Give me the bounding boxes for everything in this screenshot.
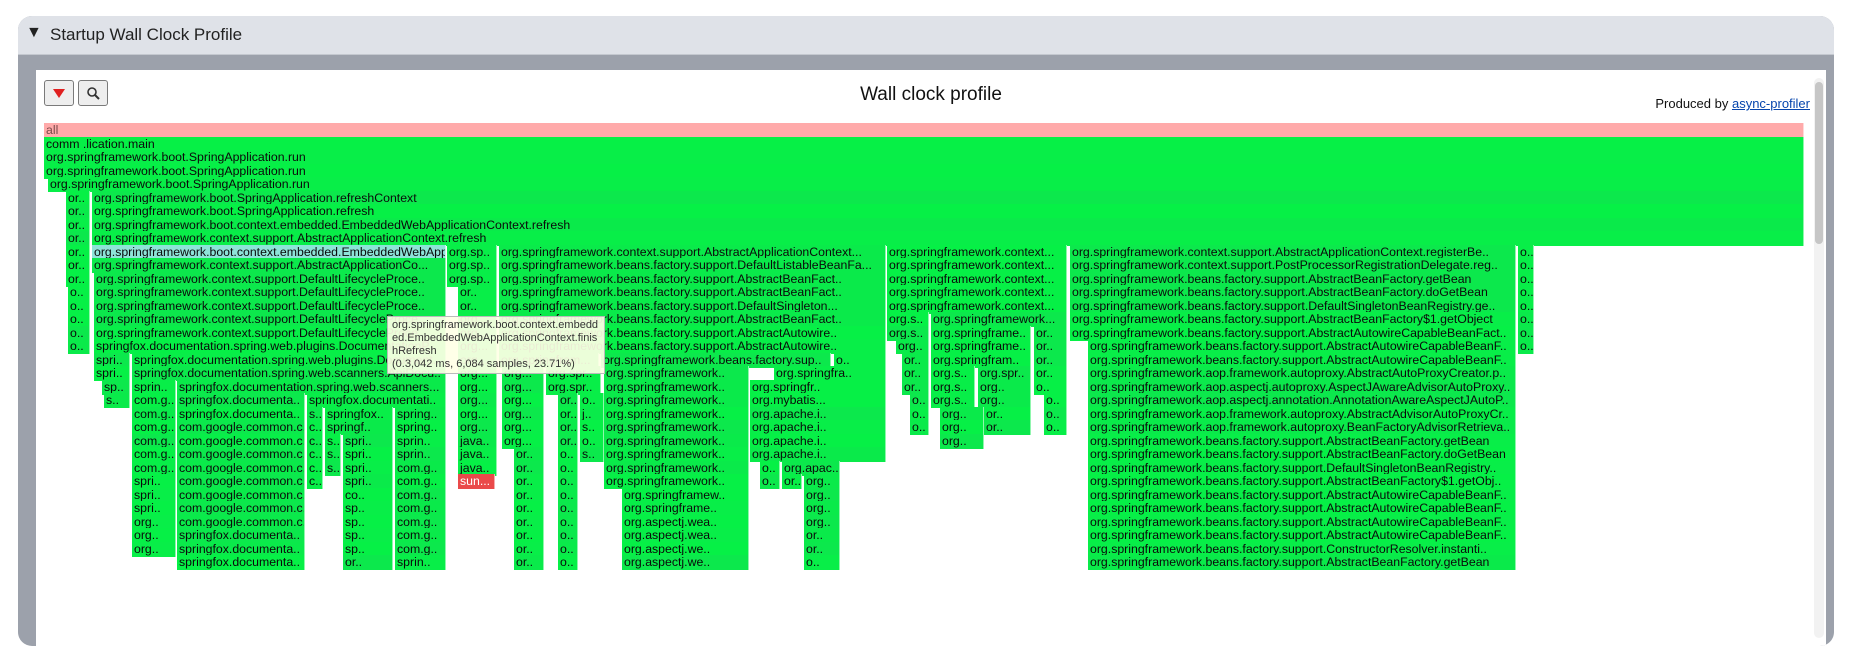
produced-by: Produced by async-profiler bbox=[1655, 96, 1810, 111]
flame-frame[interactable]: org.. bbox=[132, 541, 176, 557]
flame-frame[interactable]: o.. bbox=[760, 474, 780, 489]
flame-frame[interactable]: or.. bbox=[514, 555, 544, 570]
flame-frame[interactable]: org.springframework.beans.factory.suppor… bbox=[1088, 555, 1516, 570]
panel-title: Startup Wall Clock Profile bbox=[50, 25, 243, 44]
flame-frame[interactable]: s.. bbox=[325, 460, 341, 476]
flame-frame[interactable]: org.. bbox=[940, 433, 984, 449]
flame-frame[interactable]: s.. bbox=[580, 447, 604, 462]
async-profiler-link[interactable]: async-profiler bbox=[1732, 96, 1810, 111]
flame-frame[interactable]: c.. bbox=[307, 474, 323, 489]
flame-frame[interactable]: sprin.. bbox=[395, 555, 446, 570]
flame-frame[interactable]: springfox.documenta.. bbox=[177, 555, 305, 570]
flame-frame[interactable]: sun... bbox=[458, 474, 495, 489]
flamegraph-container: Wall clock profile Produced by async-pro… bbox=[36, 70, 1826, 646]
flame-frame[interactable]: or.. bbox=[343, 555, 393, 570]
flame-frame[interactable]: s.. bbox=[104, 393, 130, 408]
flame-frame[interactable]: o.. bbox=[1044, 420, 1067, 435]
scrollbar-thumb[interactable] bbox=[1815, 82, 1823, 244]
collapse-triangle-icon[interactable]: ▼ bbox=[26, 24, 42, 42]
flame-frame[interactable]: or.. bbox=[782, 474, 802, 489]
flame-frame[interactable]: o.. bbox=[68, 339, 90, 354]
panel-header[interactable]: ▼ Startup Wall Clock Profile bbox=[18, 16, 1834, 55]
vertical-scrollbar[interactable] bbox=[1814, 78, 1824, 638]
flame-frame[interactable]: org.aspectj.we.. bbox=[622, 555, 749, 570]
flame-frame[interactable]: o.. bbox=[804, 555, 840, 570]
produced-by-label: Produced by bbox=[1655, 96, 1732, 111]
flame-frame[interactable]: o.. bbox=[558, 555, 578, 570]
profile-window: ▼ Startup Wall Clock Profile Wall clock … bbox=[18, 16, 1834, 646]
flame-frame[interactable]: o.. bbox=[910, 420, 929, 435]
flame-frame[interactable]: or.. bbox=[984, 420, 1031, 435]
page-title: Wall clock profile bbox=[860, 84, 1002, 105]
flame-frame[interactable]: o.. bbox=[1518, 339, 1534, 354]
flame-graph[interactable]: all comm .lication.main org.springframewor… bbox=[44, 123, 1804, 646]
